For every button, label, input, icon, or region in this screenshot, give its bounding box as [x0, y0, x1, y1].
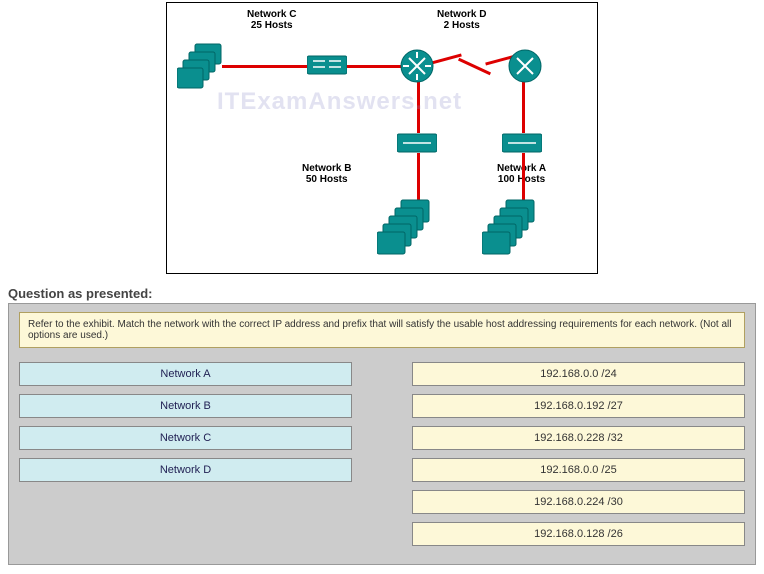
exhibit-diagram: Network C25 Hosts Network D2 Hosts Netwo…	[166, 2, 598, 274]
match-option[interactable]: 192.168.0.0 /24	[412, 362, 745, 386]
router-icon	[399, 48, 435, 89]
label-network-b: Network B50 Hosts	[302, 163, 351, 185]
switch-icon	[307, 53, 347, 82]
match-option[interactable]: 192.168.0.224 /30	[412, 490, 745, 514]
match-item-network-b[interactable]: Network B	[19, 394, 352, 418]
section-heading: Question as presented:	[0, 282, 764, 303]
label-network-c: Network C25 Hosts	[247, 9, 296, 31]
match-item-network-c[interactable]: Network C	[19, 426, 352, 450]
match-option[interactable]: 192.168.0.0 /25	[412, 458, 745, 482]
match-source-column: Network A Network B Network C Network D	[19, 362, 352, 546]
match-target-column: 192.168.0.0 /24 192.168.0.192 /27 192.16…	[412, 362, 745, 546]
match-option[interactable]: 192.168.0.228 /32	[412, 426, 745, 450]
watermark-text: ITExamAnswers.net	[217, 88, 462, 116]
match-option[interactable]: 192.168.0.192 /27	[412, 394, 745, 418]
router-icon	[507, 48, 543, 89]
pc-stack-icon	[377, 198, 432, 253]
pc-stack-icon	[482, 198, 537, 253]
pc-stack-icon	[177, 40, 232, 95]
match-item-network-a[interactable]: Network A	[19, 362, 352, 386]
switch-icon	[502, 131, 542, 160]
match-option[interactable]: 192.168.0.128 /26	[412, 522, 745, 546]
question-panel: Refer to the exhibit. Match the network …	[8, 303, 756, 565]
match-item-network-d[interactable]: Network D	[19, 458, 352, 482]
question-prompt: Refer to the exhibit. Match the network …	[19, 312, 745, 348]
switch-icon	[397, 131, 437, 160]
label-network-d: Network D2 Hosts	[437, 9, 486, 31]
